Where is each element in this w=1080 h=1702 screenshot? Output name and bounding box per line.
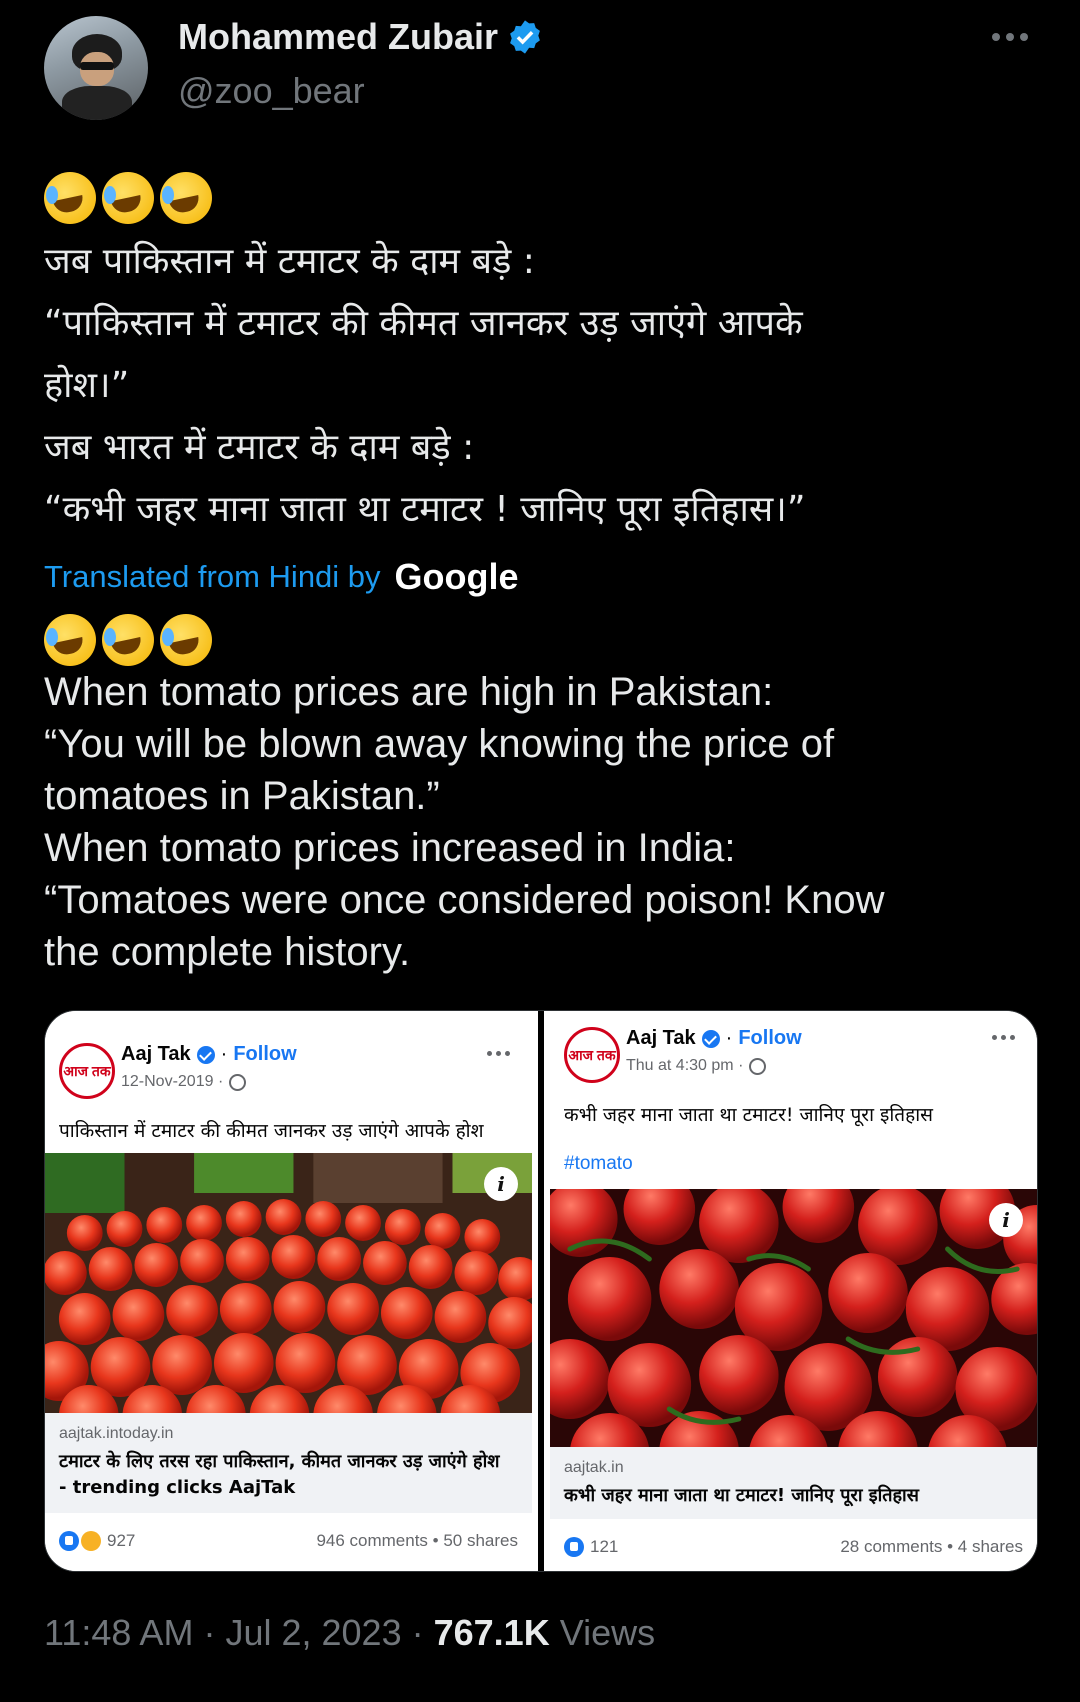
fb-link-title: कभी जहर माना जाता था टमाटर! जानिए पूरा इ… bbox=[564, 1485, 919, 1506]
verified-badge-icon bbox=[510, 20, 540, 54]
google-logo: Google bbox=[394, 556, 519, 597]
tweet-meta: 11:48 AM · Jul 2, 2023 · 767.1K Views bbox=[44, 1612, 655, 1654]
translated-by[interactable]: Translated from Hindi by Google bbox=[44, 556, 519, 598]
info-icon: i bbox=[989, 1203, 1023, 1237]
aajtak-logo-text: आज तक bbox=[63, 1062, 111, 1079]
haha-reaction-icon bbox=[81, 1531, 101, 1551]
tweet-english-line: When tomato prices increased in India: bbox=[44, 826, 736, 870]
meta-separator: · bbox=[203, 1612, 226, 1653]
fb-post-date-text: 12-Nov-2019 · bbox=[121, 1073, 224, 1090]
rofl-emoji bbox=[44, 172, 96, 224]
rofl-emoji bbox=[160, 172, 212, 224]
info-icon: i bbox=[484, 1167, 518, 1201]
rofl-emoji bbox=[44, 614, 96, 666]
tomatoes-closeup-photo: i bbox=[550, 1189, 1037, 1447]
avatar[interactable] bbox=[44, 16, 148, 120]
fb-hashtag: #tomato bbox=[564, 1153, 633, 1174]
tweet-english-line: When tomato prices are high in Pakistan: bbox=[44, 670, 774, 714]
fb-post-date: Thu at 4:30 pm · bbox=[626, 1057, 767, 1075]
fb-post-date-text: Thu at 4:30 pm · bbox=[626, 1057, 744, 1074]
fb-more-icon bbox=[992, 1035, 1015, 1040]
fb-link-domain: aajtak.in bbox=[564, 1459, 624, 1476]
fb-post-date: 12-Nov-2019 · bbox=[121, 1073, 247, 1091]
fb-follow-button: Follow bbox=[738, 1027, 802, 1049]
tweet-hindi-line: “कभी जहर माना जाता था टमाटर ! जानिए पूरा… bbox=[44, 489, 806, 530]
tweet-hindi-line: जब पाकिस्तान में टमाटर के दाम बड़े : bbox=[44, 241, 535, 282]
like-reaction-icon bbox=[564, 1537, 584, 1557]
fb-post-stats: 121 28 comments • 4 shares bbox=[550, 1519, 1037, 1569]
fb-reactions: 927 bbox=[59, 1531, 135, 1551]
tomato-market-photo: i bbox=[45, 1153, 532, 1413]
fb-verified-icon bbox=[701, 1029, 720, 1048]
tweet-hindi-line: जब भारत में टमाटर के दाम बड़े : bbox=[44, 427, 475, 468]
fb-reaction-count: 927 bbox=[107, 1531, 136, 1550]
meta-separator: · bbox=[411, 1612, 434, 1653]
fb-post-stats: 927 946 comments • 50 shares bbox=[45, 1519, 532, 1569]
aajtak-logo-text: आज तक bbox=[568, 1046, 616, 1063]
fb-link-domain: aajtak.intoday.in bbox=[59, 1425, 174, 1442]
tweet-english-line: “You will be blown away knowing the pric… bbox=[44, 722, 835, 766]
aajtak-logo: आज तक bbox=[564, 1027, 620, 1083]
fb-link-title-line: - trending clicks AajTak bbox=[59, 1477, 296, 1498]
tweet-hindi-line: “पाकिस्तान में टमाटर की कीमत जानकर उड़ ज… bbox=[44, 303, 803, 344]
globe-icon bbox=[229, 1073, 247, 1091]
tweet-english-line: “Tomatoes were once considered poison! K… bbox=[44, 878, 885, 922]
fb-link-title: टमाटर के लिए तरस रहा पाकिस्तान, कीमत जान… bbox=[59, 1449, 500, 1501]
fb-post-text: पाकिस्तान में टमाटर की कीमत जानकर उड़ जा… bbox=[59, 1120, 484, 1142]
tweet-time[interactable]: 11:48 AM bbox=[44, 1612, 193, 1653]
rofl-emoji bbox=[102, 614, 154, 666]
rofl-emoji bbox=[160, 614, 212, 666]
fb-comments-shares: 946 comments • 50 shares bbox=[316, 1531, 518, 1550]
fb-link-preview: aajtak.in कभी जहर माना जाता था टमाटर! जा… bbox=[550, 1447, 1037, 1519]
fb-page-label: Aaj Tak bbox=[626, 1027, 696, 1049]
author-name[interactable]: Mohammed Zubair bbox=[178, 16, 544, 58]
fb-page-label: Aaj Tak bbox=[121, 1043, 191, 1065]
media-image-left[interactable]: आज तक Aaj Tak · Follow 12-Nov-2019 · पाक… bbox=[45, 1011, 532, 1571]
fb-link-title-line: टमाटर के लिए तरस रहा पाकिस्तान, कीमत जान… bbox=[59, 1451, 500, 1472]
translated-label[interactable]: Translated from Hindi by bbox=[44, 559, 381, 595]
more-options-icon[interactable] bbox=[992, 22, 1032, 52]
tweet-hindi-line: होश।” bbox=[44, 365, 130, 406]
fb-verified-icon bbox=[196, 1045, 215, 1064]
fb-reaction-count: 121 bbox=[590, 1537, 619, 1556]
tweet-date[interactable]: Jul 2, 2023 bbox=[225, 1612, 401, 1653]
aajtak-logo: आज तक bbox=[59, 1043, 115, 1099]
emoji-row bbox=[44, 172, 212, 224]
tweet-english-line: tomatoes in Pakistan.” bbox=[44, 774, 440, 818]
fb-link-preview: aajtak.intoday.in टमाटर के लिए तरस रहा प… bbox=[45, 1413, 532, 1513]
like-reaction-icon bbox=[59, 1531, 79, 1551]
fb-more-icon bbox=[487, 1051, 510, 1056]
views-count[interactable]: 767.1K bbox=[434, 1612, 550, 1653]
fb-follow-button: Follow bbox=[233, 1043, 297, 1065]
fb-post-text: कभी जहर माना जाता था टमाटर! जानिए पूरा इ… bbox=[564, 1104, 933, 1126]
author-handle[interactable]: @zoo_bear bbox=[178, 70, 365, 112]
fb-page-name: Aaj Tak · Follow bbox=[121, 1043, 297, 1065]
media-divider bbox=[538, 1011, 544, 1571]
views-label[interactable]: Views bbox=[560, 1612, 655, 1653]
author-name-text[interactable]: Mohammed Zubair bbox=[178, 16, 498, 58]
rofl-emoji bbox=[102, 172, 154, 224]
fb-reactions: 121 bbox=[564, 1537, 618, 1557]
tweet-english-line: the complete history. bbox=[44, 930, 411, 974]
fb-comments-shares: 28 comments • 4 shares bbox=[840, 1537, 1023, 1556]
fb-page-name: Aaj Tak · Follow bbox=[626, 1027, 802, 1049]
globe-icon bbox=[749, 1057, 767, 1075]
media-image-right[interactable]: आज तक Aaj Tak · Follow Thu at 4:30 pm · … bbox=[550, 1011, 1037, 1571]
tweet-media[interactable]: आज तक Aaj Tak · Follow 12-Nov-2019 · पाक… bbox=[44, 1010, 1038, 1572]
emoji-row bbox=[44, 614, 212, 666]
